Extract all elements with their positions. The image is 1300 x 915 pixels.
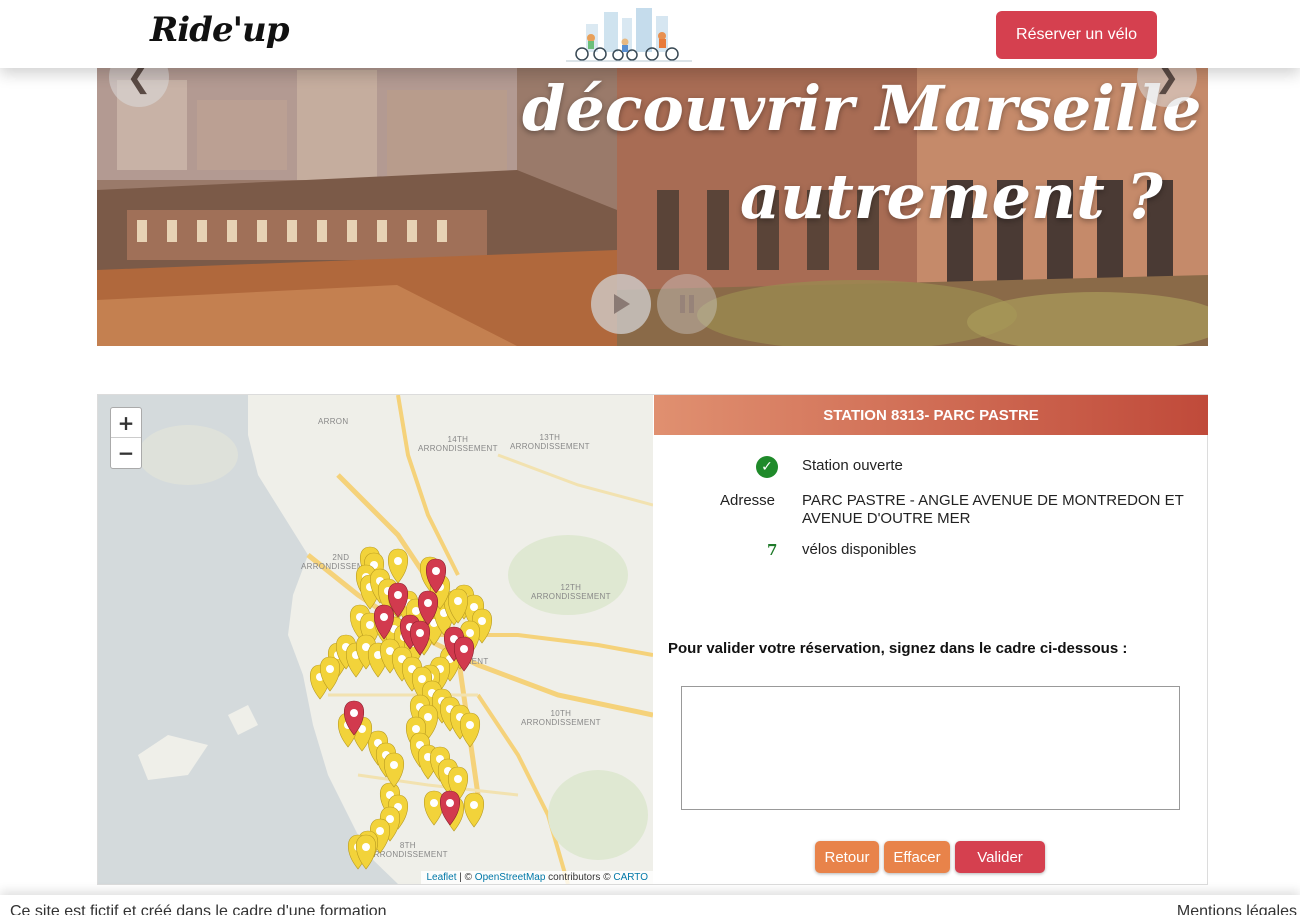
cyclists-illustration-icon <box>566 8 692 62</box>
bikes-label: vélos disponibles <box>802 541 917 558</box>
signature-canvas[interactable] <box>681 686 1180 810</box>
attribution-mid: contributors © <box>545 872 614 883</box>
hero-play-button[interactable] <box>591 274 651 334</box>
stations-map[interactable]: ARRON 14TH ARRONDISSEMENT 13TH ARRONDISS… <box>98 395 653 884</box>
station-status: Station ouverte <box>802 457 903 474</box>
bikes-count: 7 <box>767 541 778 559</box>
pause-icon <box>680 295 694 313</box>
hero-slider: découvrir Marseille autrement ? ❮ ❯ <box>97 60 1208 346</box>
zoom-out-button[interactable]: − <box>111 438 141 467</box>
signature-instruction: Pour valider votre réservation, signez d… <box>668 640 1128 657</box>
osm-link[interactable]: OpenStreetMap <box>475 872 546 883</box>
map-attribution: Leaflet | © OpenStreetMap contributors ©… <box>421 871 653 884</box>
station-markers <box>309 546 493 870</box>
site-header: Ride'up Réserver un vélo <box>0 0 1300 68</box>
retour-button[interactable]: Retour <box>815 841 879 873</box>
station-title: STATION 8313- PARC PASTRE <box>654 395 1208 435</box>
leaflet-link[interactable]: Leaflet <box>426 872 456 883</box>
address-label: Adresse <box>720 492 776 509</box>
site-logo[interactable]: Ride'up <box>150 10 289 50</box>
reservation-panel: ARRON 14TH ARRONDISSEMENT 13TH ARRONDISS… <box>97 394 1208 885</box>
station-address: PARC PASTRE - ANGLE AVENUE DE MONTREDON … <box>802 492 1184 527</box>
zoom-control: + − <box>110 407 142 469</box>
station-marker-open-icon[interactable] <box>383 752 405 788</box>
play-icon <box>614 294 630 314</box>
hero-title-line-1: découvrir Marseille <box>522 72 1202 145</box>
attribution-sep: | © <box>456 872 475 883</box>
hero-pause-button[interactable] <box>657 274 717 334</box>
valider-button[interactable]: Valider <box>955 841 1045 873</box>
station-marker-open-icon[interactable] <box>459 712 481 748</box>
station-marker-open-icon[interactable] <box>463 792 485 828</box>
station-marker-open-icon[interactable] <box>387 548 409 584</box>
footer-disclaimer: Ce site est fictif et créé dans le cadre… <box>10 903 387 915</box>
reserve-bike-button[interactable]: Réserver un vélo <box>996 11 1157 59</box>
zoom-in-button[interactable]: + <box>111 408 141 438</box>
site-footer: Ce site est fictif et créé dans le cadre… <box>0 895 1300 915</box>
hero-title-line-2: autrement ? <box>740 160 1163 233</box>
legal-mentions-link[interactable]: Mentions légales <box>1177 903 1297 915</box>
effacer-button[interactable]: Effacer <box>884 841 950 873</box>
carto-link[interactable]: CARTO <box>613 872 648 883</box>
check-circle-icon: ✓ <box>756 456 778 478</box>
